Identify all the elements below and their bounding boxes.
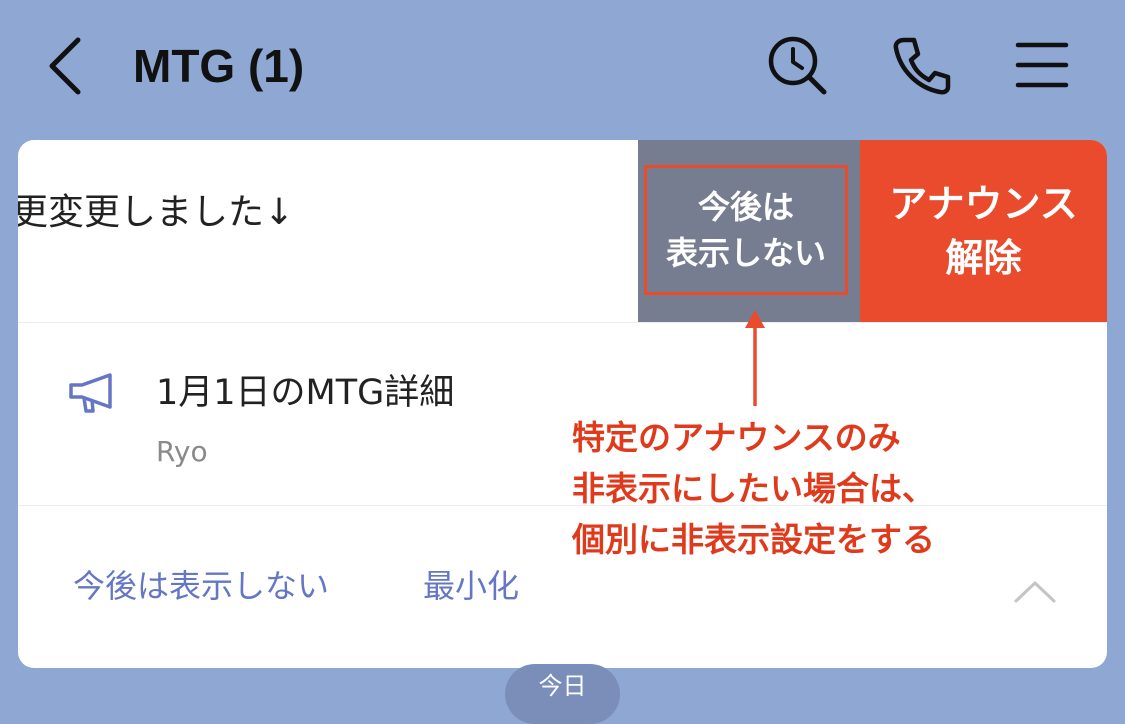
annotation-note: 特定のアナウンスのみ 非表示にしたい場合は、 個別に非表示設定をする	[572, 412, 935, 565]
annotation-line: 特定のアナウンスのみ	[572, 418, 901, 457]
annotation-line: 個別に非表示設定をする	[572, 520, 935, 559]
hide-future-link[interactable]: 今後は表示しない	[73, 564, 329, 608]
hide-this-button[interactable]: 今後は 表示しない	[638, 140, 860, 322]
minimize-link[interactable]: 最小化	[423, 564, 519, 608]
highlight-box: 今後は 表示しない	[644, 165, 848, 295]
announcement-item[interactable]: 1月1日のMTG詳細 Ryo	[18, 323, 1107, 506]
phone-icon	[893, 37, 951, 95]
announcement-title: 1月1日のMTG詳細	[156, 373, 455, 413]
hide-this-label: 今後は 表示しない	[665, 188, 826, 272]
date-separator: 今日	[505, 664, 620, 724]
announcement-text: 更変更しました↓	[18, 192, 295, 233]
annotation-arrow	[745, 310, 765, 406]
chevron-up-icon[interactable]	[1013, 576, 1057, 606]
search-history-button[interactable]	[762, 30, 832, 100]
announcement-panel: 更変更しました↓ 今後は 表示しない アナウンス 解除 1月1日のMTG詳細 R…	[18, 140, 1107, 668]
megaphone-icon	[69, 373, 112, 413]
menu-button[interactable]	[1008, 30, 1078, 100]
search-history-icon	[768, 36, 827, 95]
announcement-author: Ryo	[156, 435, 208, 468]
announcement-footer: 今後は表示しない 最小化	[18, 506, 1107, 668]
unpin-announcement-button[interactable]: アナウンス 解除	[860, 140, 1107, 322]
chat-header: MTG (1)	[0, 0, 1125, 130]
unpin-announcement-label: アナウンス 解除	[889, 182, 1078, 280]
call-button[interactable]	[886, 30, 956, 100]
chevron-left-icon	[49, 37, 81, 95]
annotation-line: 非表示にしたい場合は、	[572, 469, 935, 508]
chat-title: MTG (1)	[133, 40, 305, 92]
menu-icon	[1015, 42, 1069, 88]
back-button[interactable]	[40, 30, 100, 100]
announcement-item-swiped[interactable]: 更変更しました↓ 今後は 表示しない アナウンス 解除	[18, 140, 1107, 323]
